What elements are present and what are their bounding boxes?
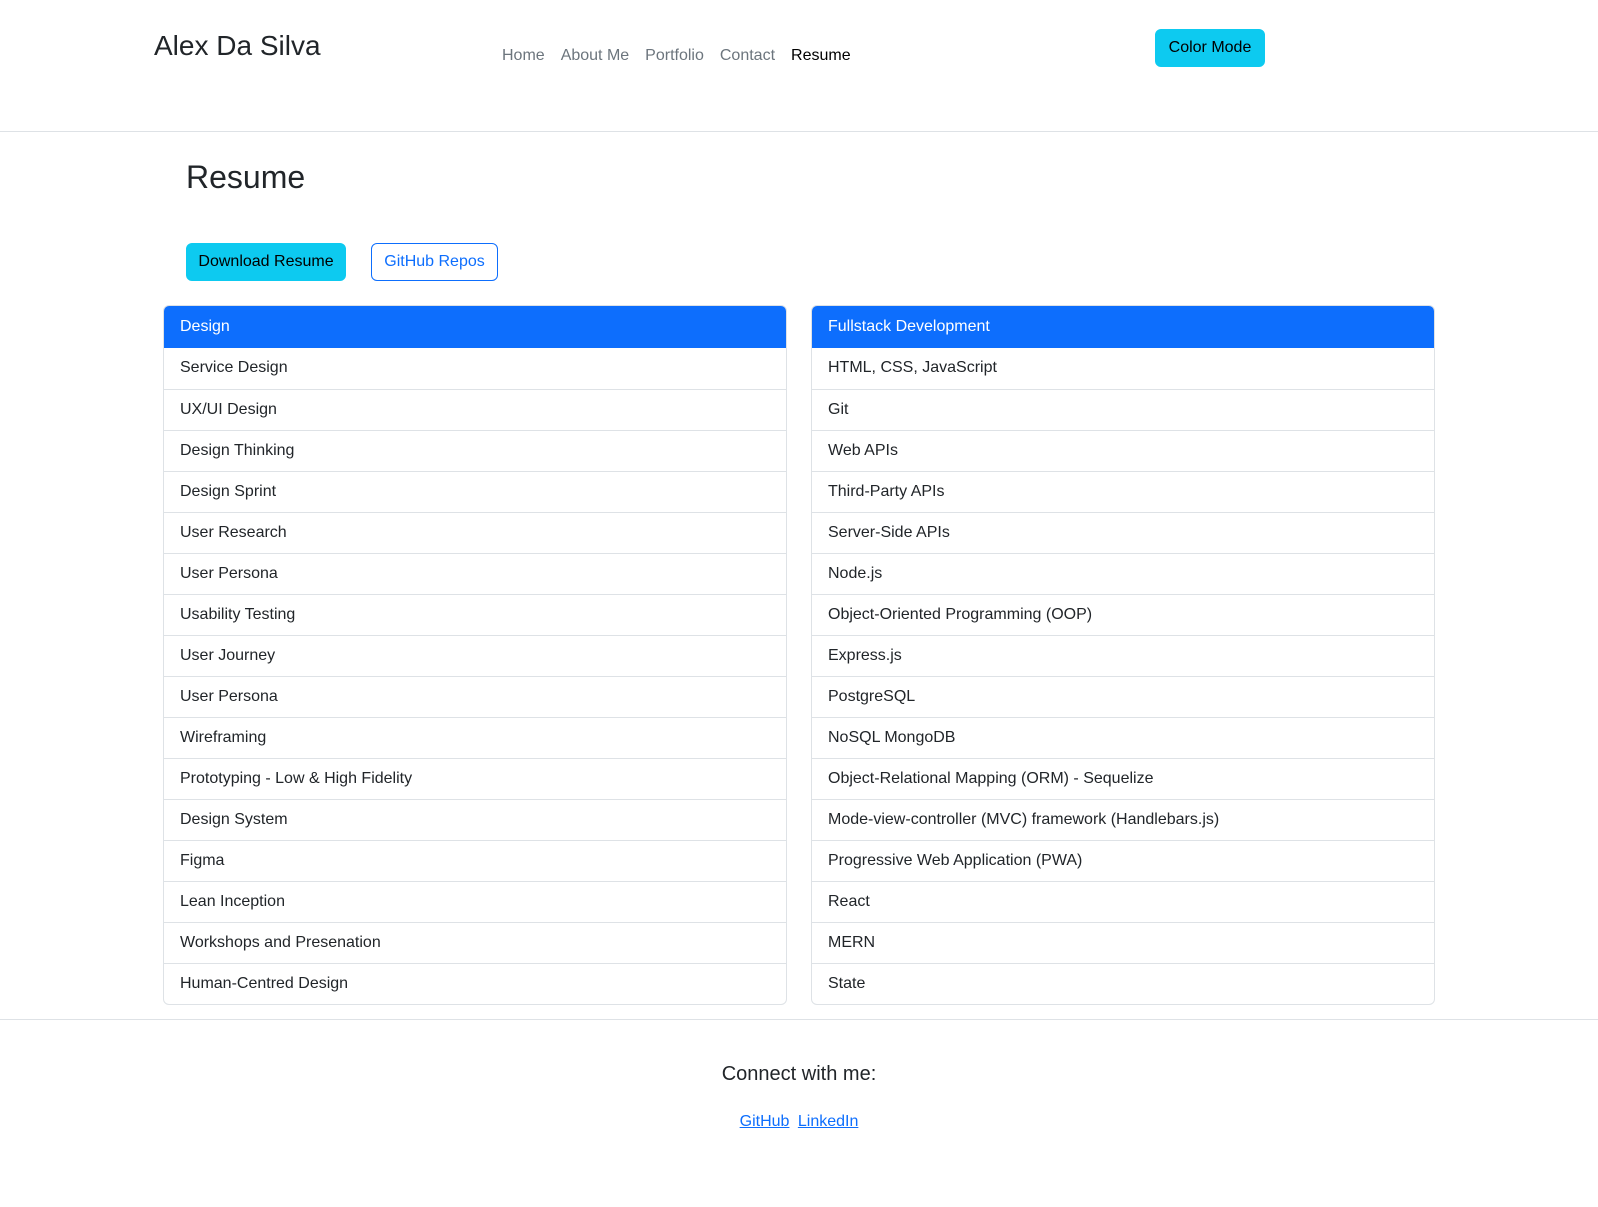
list-item: MERN <box>812 922 1434 963</box>
list-item: User Persona <box>164 553 786 594</box>
list-item: UX/UI Design <box>164 389 786 430</box>
main-nav: Home About Me Portfolio Contact Resume <box>494 44 859 68</box>
download-resume-button[interactable]: Download Resume <box>186 243 346 281</box>
list-item: Service Design <box>180 359 288 376</box>
list-item: Mode-view-controller (MVC) framework (Ha… <box>812 799 1434 840</box>
list-item: Git <box>812 389 1434 430</box>
list-item: Design System <box>164 799 786 840</box>
list-item: Third-Party APIs <box>812 471 1434 512</box>
list-item: HTML, CSS, JavaScript <box>828 359 997 376</box>
color-mode-button[interactable]: Color Mode <box>1155 29 1265 67</box>
footer-title: Connect with me: <box>721 1063 877 1085</box>
design-skills-list: Design Service Design UX/UI Design Desig… <box>163 305 787 1005</box>
nav-home[interactable]: Home <box>494 44 553 68</box>
brand-name[interactable]: Alex Da Silva <box>154 28 321 64</box>
list-item: Node.js <box>812 553 1434 594</box>
list-item: Design Sprint <box>164 471 786 512</box>
list-item: Workshops and Presenation <box>164 922 786 963</box>
design-list-heading: Design <box>164 306 786 348</box>
nav-portfolio[interactable]: Portfolio <box>637 44 712 68</box>
list-item: Object-Oriented Programming (OOP) <box>812 594 1434 635</box>
list-item: State <box>812 963 1434 1004</box>
list-item: Lean Inception <box>164 881 786 922</box>
list-item: Express.js <box>812 635 1434 676</box>
list-item: Web APIs <box>812 430 1434 471</box>
list-item: React <box>812 881 1434 922</box>
list-item: Figma <box>164 840 786 881</box>
list-item: Usability Testing <box>164 594 786 635</box>
list-item: User Research <box>164 512 786 553</box>
fullstack-list-heading: Fullstack Development <box>812 306 1434 348</box>
footer-links: GitHub LinkedIn <box>0 1110 1598 1134</box>
nav-contact[interactable]: Contact <box>712 44 783 68</box>
list-item: Server-Side APIs <box>812 512 1434 553</box>
list-item: Prototyping - Low & High Fidelity <box>164 758 786 799</box>
page-title: Resume <box>186 159 306 195</box>
list-item: PostgreSQL <box>812 676 1434 717</box>
list-item: Design Thinking <box>164 430 786 471</box>
nav-about-me[interactable]: About Me <box>553 44 637 68</box>
nav-resume[interactable]: Resume <box>783 44 859 68</box>
list-item: Wireframing <box>164 717 786 758</box>
list-item: NoSQL MongoDB <box>812 717 1434 758</box>
list-item: Object-Relational Mapping (ORM) - Sequel… <box>812 758 1434 799</box>
list-item: User Journey <box>164 635 786 676</box>
github-link[interactable]: GitHub <box>740 1113 790 1130</box>
fullstack-skills-list: Fullstack Development HTML, CSS, JavaScr… <box>811 305 1435 1005</box>
github-repos-button[interactable]: GitHub Repos <box>371 243 498 281</box>
list-item: Progressive Web Application (PWA) <box>812 840 1434 881</box>
site-header: Alex Da Silva Home About Me Portfolio Co… <box>0 0 1598 132</box>
linkedin-link[interactable]: LinkedIn <box>798 1113 859 1130</box>
list-item: User Persona <box>164 676 786 717</box>
list-item: Human-Centred Design <box>164 963 786 1004</box>
footer-divider <box>0 1019 1598 1020</box>
